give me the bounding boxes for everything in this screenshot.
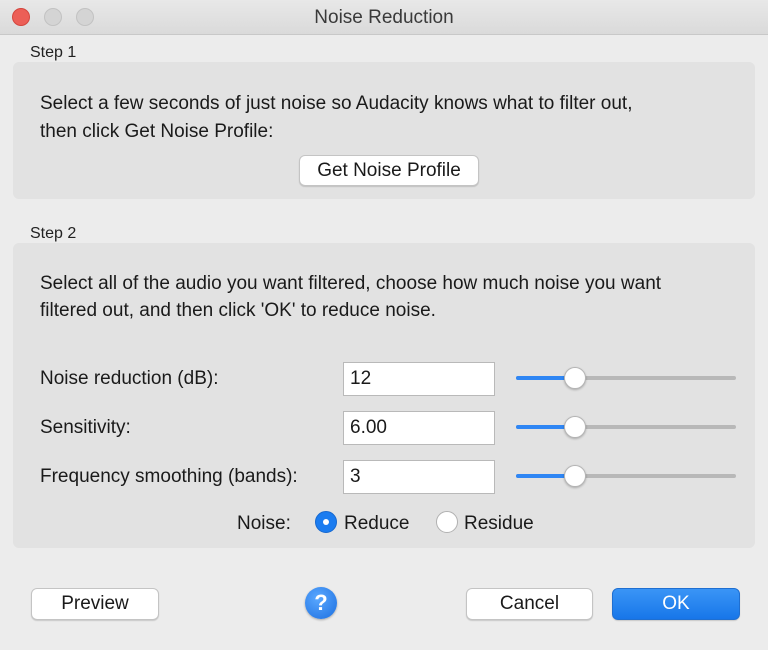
cancel-button[interactable]: Cancel xyxy=(466,588,593,620)
noise-label: Noise: xyxy=(237,513,291,534)
frequency-smoothing-slider[interactable] xyxy=(516,464,736,488)
preview-button[interactable]: Preview xyxy=(31,588,159,620)
frequency-smoothing-label: Frequency smoothing (bands): xyxy=(40,466,298,487)
step2-label: Step 2 xyxy=(30,225,77,242)
sensitivity-slider[interactable] xyxy=(516,415,736,439)
slider-thumb[interactable] xyxy=(564,465,586,487)
step1-description-line1: Select a few seconds of just noise so Au… xyxy=(40,93,633,114)
slider-thumb[interactable] xyxy=(564,367,586,389)
reduce-radio[interactable] xyxy=(315,511,337,533)
slider-thumb[interactable] xyxy=(564,416,586,438)
get-noise-profile-button[interactable]: Get Noise Profile xyxy=(299,155,479,186)
step1-label: Step 1 xyxy=(30,44,77,61)
sensitivity-field[interactable]: 6.00 xyxy=(343,411,495,445)
help-icon[interactable]: ? xyxy=(305,587,337,619)
title-bar: Noise Reduction xyxy=(0,0,768,35)
frequency-smoothing-field[interactable]: 3 xyxy=(343,460,495,494)
residue-radio[interactable] xyxy=(436,511,458,533)
residue-radio-label[interactable]: Residue xyxy=(464,513,534,535)
noise-reduction-label: Noise reduction (dB): xyxy=(40,368,219,389)
noise-reduction-slider[interactable] xyxy=(516,366,736,390)
window-title: Noise Reduction xyxy=(314,7,454,28)
step1-description-line2: then click Get Noise Profile: xyxy=(40,121,274,142)
ok-button[interactable]: OK xyxy=(612,588,740,620)
step2-description-line2: filtered out, and then click 'OK' to red… xyxy=(40,300,436,321)
noise-reduction-field[interactable]: 12 xyxy=(343,362,495,396)
sensitivity-label: Sensitivity: xyxy=(40,417,131,438)
step2-description-line1: Select all of the audio you want filtere… xyxy=(40,273,662,294)
reduce-radio-label[interactable]: Reduce xyxy=(344,513,410,535)
